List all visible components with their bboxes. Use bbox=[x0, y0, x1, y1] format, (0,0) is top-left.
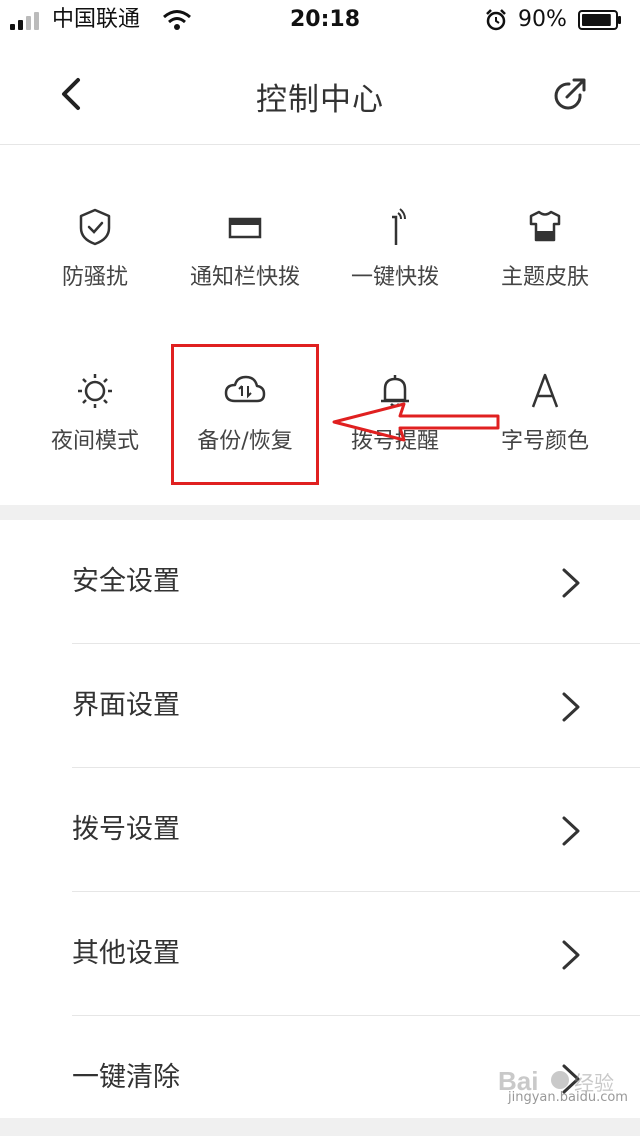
list-item-label: 界面设置 bbox=[72, 690, 180, 721]
feature-grid: 防骚扰 通知栏快拨 一键快拨 主题皮肤 夜间模式 备份/恢复 拨号提醒 字号颜色 bbox=[0, 145, 640, 505]
list-item-dial-settings[interactable]: 拨号设置 bbox=[0, 768, 640, 892]
list-item-label: 其他设置 bbox=[72, 938, 180, 969]
grid-item-night-mode[interactable]: 夜间模式 bbox=[15, 359, 175, 489]
chevron-right-icon bbox=[562, 940, 580, 970]
section-divider bbox=[0, 505, 640, 520]
list-item-label: 一键清除 bbox=[72, 1062, 180, 1093]
grid-item-label: 夜间模式 bbox=[50, 429, 139, 454]
quick-dial-icon bbox=[392, 208, 406, 245]
battery-percentage: 90% bbox=[518, 7, 567, 32]
sun-icon bbox=[78, 374, 112, 408]
share-icon bbox=[554, 78, 586, 110]
list-item-interface-settings[interactable]: 界面设置 bbox=[0, 644, 640, 768]
wifi-icon bbox=[163, 10, 191, 30]
grid-item-one-key-dial[interactable]: 一键快拨 bbox=[315, 195, 475, 325]
status-bar: 中国联通 20:18 90% bbox=[0, 0, 640, 40]
grid-item-label: 主题皮肤 bbox=[500, 265, 589, 290]
tshirt-icon bbox=[529, 210, 561, 242]
chevron-right-icon bbox=[562, 568, 580, 598]
signal-strength-icon bbox=[10, 12, 46, 30]
grid-item-label: 通知栏快拨 bbox=[189, 265, 300, 290]
grid-item-theme-skin[interactable]: 主题皮肤 bbox=[465, 195, 625, 325]
annotation-highlight-box bbox=[171, 344, 319, 485]
notification-bar-icon bbox=[228, 217, 262, 239]
grid-item-label: 一键快拨 bbox=[350, 265, 439, 290]
clock: 20:18 bbox=[290, 7, 361, 32]
alarm-icon bbox=[486, 9, 506, 31]
list-item-security-settings[interactable]: 安全设置 bbox=[0, 520, 640, 644]
chevron-right-icon bbox=[562, 692, 580, 722]
nav-bar: 控制中心 bbox=[0, 40, 640, 145]
chevron-right-icon bbox=[562, 816, 580, 846]
bottom-band bbox=[0, 1118, 640, 1136]
settings-list: 安全设置 界面设置 拨号设置 其他设置 一键清除 bbox=[0, 520, 640, 1126]
page-title: 控制中心 bbox=[256, 82, 384, 118]
font-icon bbox=[531, 373, 559, 408]
grid-item-notification-dial[interactable]: 通知栏快拨 bbox=[165, 195, 325, 325]
watermark-url: jingyan.baidu.com bbox=[508, 1090, 628, 1105]
carrier-name: 中国联通 bbox=[52, 7, 141, 32]
grid-item-anti-harassment[interactable]: 防骚扰 bbox=[15, 195, 175, 325]
grid-item-label: 防骚扰 bbox=[61, 265, 128, 290]
share-button[interactable] bbox=[550, 74, 590, 114]
battery-icon bbox=[578, 10, 621, 30]
shield-check-icon bbox=[79, 208, 111, 246]
list-item-label: 拨号设置 bbox=[72, 814, 180, 845]
list-item-other-settings[interactable]: 其他设置 bbox=[0, 892, 640, 1016]
list-item-label: 安全设置 bbox=[72, 566, 180, 597]
annotation-arrow-icon bbox=[332, 402, 500, 442]
